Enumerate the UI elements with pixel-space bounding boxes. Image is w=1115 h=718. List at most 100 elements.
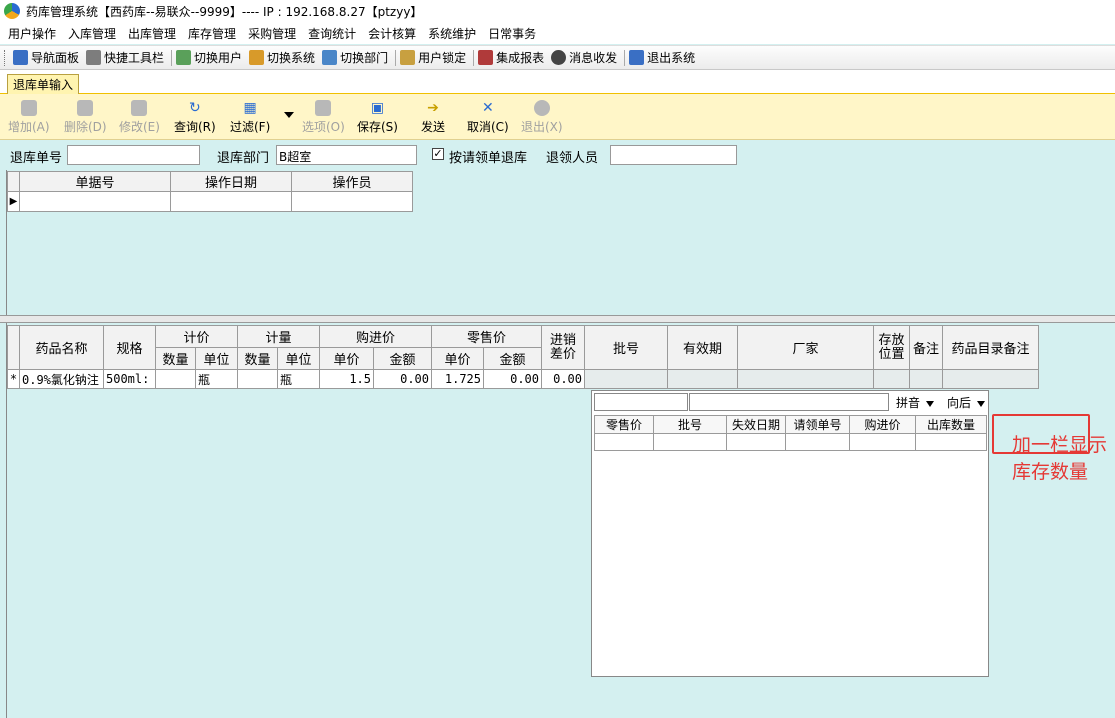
col-purchase-price[interactable]: 购进价 bbox=[849, 415, 916, 434]
menu-accounting[interactable]: 会计核算 bbox=[364, 25, 424, 42]
cell-purchase-price[interactable] bbox=[849, 433, 916, 451]
send-button[interactable]: ➔ 发送 bbox=[421, 100, 445, 135]
cell-op-date[interactable] bbox=[170, 191, 292, 212]
cell-manufacturer[interactable] bbox=[737, 369, 874, 389]
menu-stock-in[interactable]: 入库管理 bbox=[64, 25, 124, 42]
dept-input[interactable]: B超室 bbox=[276, 145, 417, 165]
table-row[interactable]: * 0.9%氯化钠注 500ml: 瓶 瓶 1.5 0.00 1.725 0.0… bbox=[7, 369, 1039, 389]
switch-user-button[interactable]: 切换用户 bbox=[174, 49, 247, 66]
menu-daily-affairs[interactable]: 日常事务 bbox=[484, 25, 544, 42]
col-pricing-qty[interactable]: 数量 bbox=[155, 347, 196, 370]
col-expiry[interactable]: 有效期 bbox=[667, 325, 738, 370]
cell-spec[interactable]: 500ml: bbox=[103, 369, 156, 389]
cell-operator[interactable] bbox=[291, 191, 413, 212]
by-request-checkbox[interactable]: ✓ bbox=[432, 148, 444, 160]
user-lock-button[interactable]: 用户锁定 bbox=[398, 49, 471, 66]
cell-pricing-unit[interactable]: 瓶 bbox=[195, 369, 238, 389]
navigation-panel-icon bbox=[13, 50, 28, 65]
filter-dropdown-arrow[interactable] bbox=[284, 112, 294, 118]
add-button[interactable]: 增加(A) bbox=[8, 100, 50, 135]
col-drug-name[interactable]: 药品名称 bbox=[19, 325, 104, 370]
cell-expiry[interactable] bbox=[667, 369, 738, 389]
col-op-date[interactable]: 操作日期 bbox=[170, 171, 292, 192]
cell-voucher-no[interactable] bbox=[19, 191, 171, 212]
toolbar-grip[interactable] bbox=[4, 49, 7, 66]
col-voucher-no[interactable]: 单据号 bbox=[19, 171, 171, 192]
navigation-panel-button[interactable]: 导航面板 bbox=[11, 49, 84, 66]
switch-system-icon bbox=[249, 50, 265, 65]
direction-select[interactable]: 向后 bbox=[947, 394, 986, 411]
delete-button[interactable]: 删除(D) bbox=[64, 100, 107, 135]
modify-button[interactable]: 修改(E) bbox=[119, 100, 160, 135]
col-batch-no[interactable]: 批号 bbox=[584, 325, 668, 370]
cell-request-no[interactable] bbox=[785, 433, 850, 451]
cell-note[interactable] bbox=[909, 369, 943, 389]
col-manufacturer[interactable]: 厂家 bbox=[737, 325, 874, 370]
col-operator[interactable]: 操作员 bbox=[291, 171, 413, 192]
direction-select-value: 向后 bbox=[947, 396, 972, 410]
col-purchase-amount[interactable]: 金额 bbox=[373, 347, 432, 370]
table-row[interactable]: ▶ bbox=[7, 191, 413, 212]
cell-catalog-note[interactable] bbox=[942, 369, 1039, 389]
col-location[interactable]: 存放位置 bbox=[873, 325, 910, 370]
tab-return-form[interactable]: 退库单输入 bbox=[7, 74, 80, 94]
col-retail-amount[interactable]: 金额 bbox=[483, 347, 542, 370]
save-button[interactable]: ▣ 保存(S) bbox=[357, 100, 398, 135]
cell-measure-unit[interactable]: 瓶 bbox=[277, 369, 320, 389]
exit-system-button[interactable]: 退出系统 bbox=[627, 49, 700, 66]
menu-purchase[interactable]: 采购管理 bbox=[244, 25, 304, 42]
returner-input[interactable] bbox=[610, 145, 737, 165]
col-retail-price[interactable]: 零售价 bbox=[594, 415, 654, 434]
col-price-diff[interactable]: 进销差价 bbox=[541, 325, 585, 370]
col-measure-unit[interactable]: 单位 bbox=[277, 347, 320, 370]
shortcut-toolbar-button[interactable]: 快捷工具栏 bbox=[84, 49, 169, 66]
menu-stock-out[interactable]: 出库管理 bbox=[124, 25, 184, 42]
panel-splitter[interactable] bbox=[0, 315, 1115, 323]
options-button[interactable]: 选项(O) bbox=[302, 100, 345, 135]
cell-purchase-price[interactable]: 1.5 bbox=[319, 369, 374, 389]
return-no-input[interactable] bbox=[67, 145, 200, 165]
pinyin-select[interactable]: 拼音 bbox=[896, 394, 935, 411]
cell-expiry-date[interactable] bbox=[726, 433, 786, 451]
message-button[interactable]: 消息收发 bbox=[549, 49, 622, 66]
cell-out-qty[interactable] bbox=[915, 433, 987, 451]
cell-retail-amount[interactable]: 0.00 bbox=[483, 369, 542, 389]
cell-batch-no[interactable] bbox=[584, 369, 668, 389]
table-row[interactable] bbox=[594, 433, 987, 451]
col-note[interactable]: 备注 bbox=[909, 325, 943, 370]
col-batch-no[interactable]: 批号 bbox=[653, 415, 727, 434]
chevron-down-icon bbox=[926, 400, 935, 407]
switch-system-button[interactable]: 切换系统 bbox=[247, 49, 320, 66]
cancel-button[interactable]: ✕ 取消(C) bbox=[467, 100, 509, 135]
query-button[interactable]: ↻ 查询(R) bbox=[174, 100, 216, 135]
filter-button[interactable]: ▦ 过滤(F) bbox=[230, 100, 270, 135]
cell-measure-qty[interactable] bbox=[237, 369, 278, 389]
col-retail-price[interactable]: 单价 bbox=[431, 347, 484, 370]
cell-price-diff[interactable]: 0.00 bbox=[541, 369, 585, 389]
col-pricing-unit[interactable]: 单位 bbox=[195, 347, 238, 370]
col-catalog-note[interactable]: 药品目录备注 bbox=[942, 325, 1039, 370]
popup-code-input[interactable] bbox=[594, 393, 688, 411]
cell-retail-price[interactable] bbox=[594, 433, 654, 451]
exit-button[interactable]: 退出(X) bbox=[521, 100, 563, 135]
switch-department-button[interactable]: 切换部门 bbox=[320, 49, 393, 66]
popup-search-input[interactable] bbox=[689, 393, 889, 411]
cell-drug-name[interactable]: 0.9%氯化钠注 bbox=[19, 369, 104, 389]
cell-location[interactable] bbox=[873, 369, 910, 389]
col-spec[interactable]: 规格 bbox=[103, 325, 156, 370]
integrated-report-button[interactable]: 集成报表 bbox=[476, 49, 549, 66]
cell-purchase-amount[interactable]: 0.00 bbox=[373, 369, 432, 389]
voucher-header-row: 单据号 操作日期 操作员 bbox=[7, 171, 413, 192]
col-request-no[interactable]: 请领单号 bbox=[785, 415, 850, 434]
menu-inventory[interactable]: 库存管理 bbox=[184, 25, 244, 42]
menu-query-stats[interactable]: 查询统计 bbox=[304, 25, 364, 42]
cell-batch-no[interactable] bbox=[653, 433, 727, 451]
cell-pricing-qty[interactable] bbox=[155, 369, 196, 389]
col-out-qty[interactable]: 出库数量 bbox=[915, 415, 987, 434]
col-purchase-price[interactable]: 单价 bbox=[319, 347, 374, 370]
col-expiry-date[interactable]: 失效日期 bbox=[726, 415, 786, 434]
menu-user-ops[interactable]: 用户操作 bbox=[4, 25, 64, 42]
cell-retail-price[interactable]: 1.725 bbox=[431, 369, 484, 389]
menu-maintenance[interactable]: 系统维护 bbox=[424, 25, 484, 42]
col-measure-qty[interactable]: 数量 bbox=[237, 347, 278, 370]
